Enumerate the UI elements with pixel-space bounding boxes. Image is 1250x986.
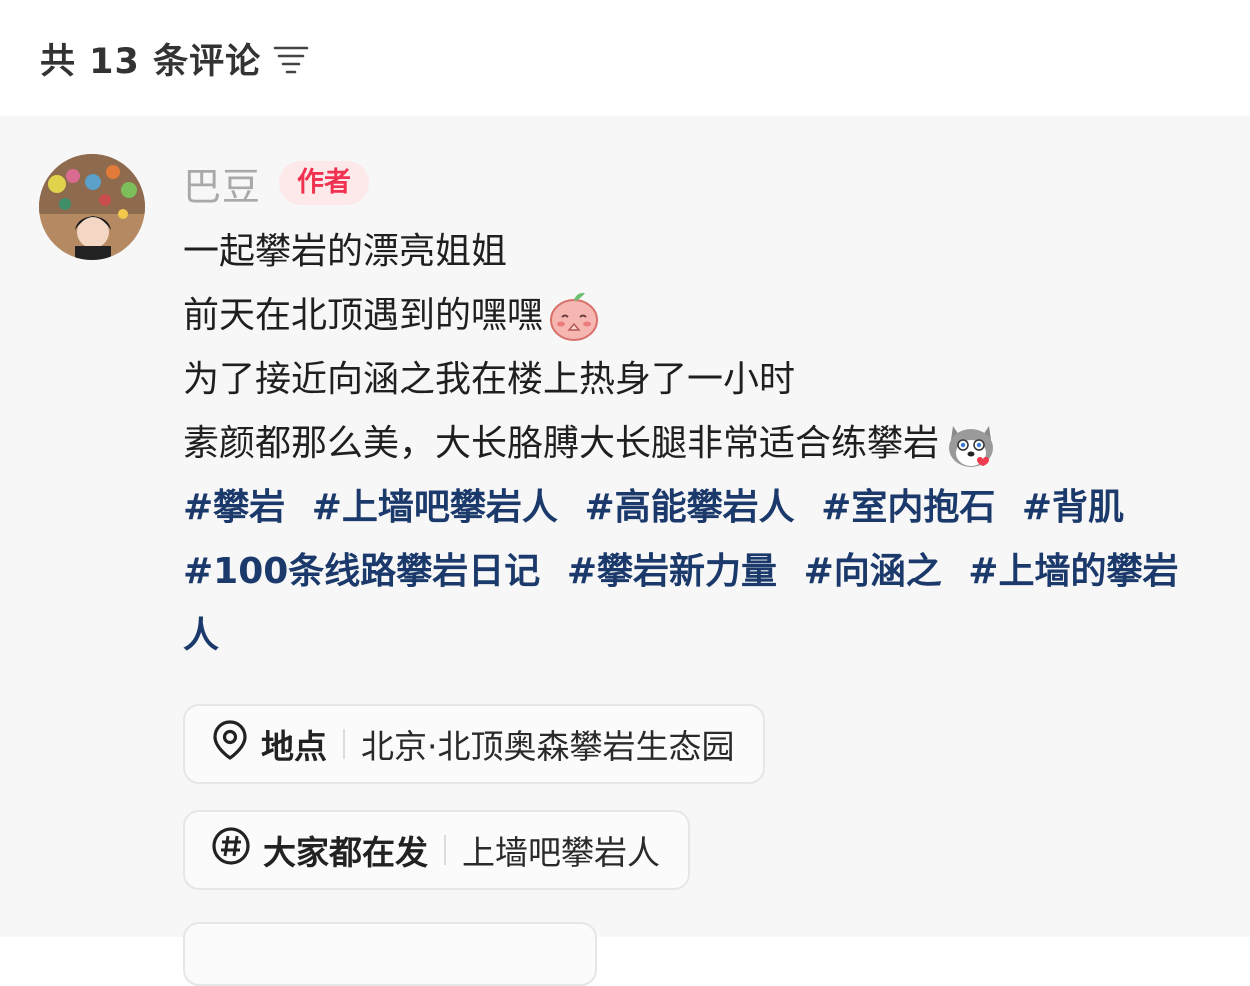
comment-body: 巴豆 作者 一起攀岩的漂亮姐姐 前天在北顶遇到的嘿嘿 为了接近向涵之我在楼上热身… (183, 154, 1223, 890)
comment-list: 巴豆 作者 一起攀岩的漂亮姐姐 前天在北顶遇到的嘿嘿 为了接近向涵之我在楼上热身… (0, 116, 1250, 986)
hashtag-link[interactable]: #高能攀岩人 (584, 487, 794, 528)
hashtag-circle-icon (211, 826, 251, 874)
comment-line: 为了接近向涵之我在楼上热身了一小时 (183, 348, 1223, 412)
comment-line-text: 素颜都那么美，大长胳膊大长腿非常适合练攀岩 (183, 423, 940, 464)
hashtag-link[interactable]: #背肌 (1022, 487, 1124, 528)
divider (444, 835, 446, 865)
hashtag-link[interactable]: #室内抱石 (821, 487, 995, 528)
location-pin-icon (211, 719, 249, 769)
comment-text: 一起攀岩的漂亮姐姐 前天在北顶遇到的嘿嘿 为了接近向涵之我在楼上热身了一小时 素… (183, 220, 1223, 476)
avatar[interactable] (39, 154, 145, 260)
comment-line-text: 前天在北顶遇到的嘿嘿 (183, 295, 544, 336)
author-badge: 作者 (279, 160, 370, 206)
author-row: 巴豆 作者 (183, 154, 1223, 212)
comment-line-text: 一起攀岩的漂亮姐姐 (183, 231, 508, 272)
hashtag-list: #攀岩 #上墙吧攀岩人 #高能攀岩人 #室内抱石 #背肌 #100条线路攀岩日记… (183, 476, 1213, 668)
comment-line: 一起攀岩的漂亮姐姐 (183, 220, 1223, 284)
sort-lines-icon[interactable] (273, 43, 309, 77)
hashtag-link[interactable]: #向涵之 (804, 551, 942, 592)
trending-topic-chip[interactable]: 大家都在发 上墙吧攀岩人 (183, 810, 690, 890)
author-name[interactable]: 巴豆 (183, 156, 261, 211)
next-chip-partial[interactable] (183, 922, 597, 986)
location-value: 北京·北顶奥森攀岩生态园 (361, 727, 735, 766)
trending-label: 大家都在发 (263, 833, 428, 872)
comment-count-title: 共 13 条评论 (40, 41, 262, 82)
hashtag-link[interactable]: #上墙吧攀岩人 (312, 487, 558, 528)
husky-heart-eyes-emoji-icon (943, 418, 999, 470)
trending-value: 上墙吧攀岩人 (462, 833, 660, 872)
shy-peach-emoji-icon (547, 290, 601, 342)
comment-line: 前天在北顶遇到的嘿嘿 (183, 284, 1223, 348)
hashtag-link[interactable]: #100条线路攀岩日记 (183, 551, 540, 592)
divider (343, 729, 345, 759)
comments-header: 共 13 条评论 (0, 0, 1250, 116)
location-label: 地点 (261, 727, 327, 766)
comment-line: 素颜都那么美，大长胳膊大长腿非常适合练攀岩 (183, 412, 1223, 476)
location-chip[interactable]: 地点 北京·北顶奥森攀岩生态园 (183, 704, 765, 784)
comment-line-text: 为了接近向涵之我在楼上热身了一小时 (183, 359, 796, 400)
hashtag-link[interactable]: #攀岩新力量 (567, 551, 777, 592)
hashtag-link[interactable]: #攀岩 (183, 487, 285, 528)
